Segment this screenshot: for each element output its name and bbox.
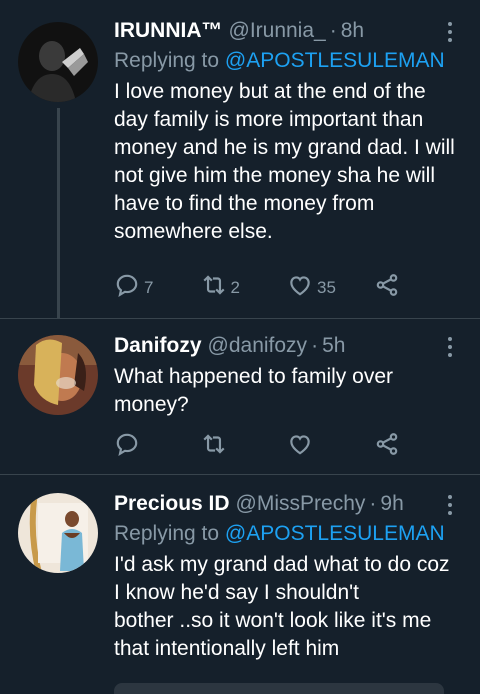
mention-link[interactable]: @APOSTLESULEMAN [225,49,445,72]
display-name[interactable]: IRUNNIA™ [114,16,223,46]
like-button[interactable] [287,431,374,462]
retweet-icon [201,431,227,462]
retweet-button[interactable] [201,431,288,462]
tweet-text-line: bother ..so it won't look like it's me [114,609,432,632]
tweet-text-line: day family is more important than [114,108,424,131]
tweet-header: IRUNNIA™ @Irunnia_ · 8h [114,16,466,46]
separator: · [311,334,319,357]
replying-label: Replying to [114,522,220,545]
tweet-text: I love money but at the end of the day f… [114,78,466,246]
user-handle[interactable]: @Irunnia_ [229,16,326,46]
timestamp[interactable]: 5h [322,331,345,361]
heart-icon [287,272,313,303]
tweet-text-line: I'd ask my grand dad what to do coz [114,553,450,576]
replying-label: Replying to [114,49,220,72]
tweet-text-line: have to find the money from [114,192,375,215]
reply-icon [114,431,140,462]
tweet-text: What happened to family over money? [114,363,466,419]
replying-to: Replying to @APOSTLESULEMAN [114,46,466,76]
timestamp[interactable]: 9h [380,489,403,519]
avatar[interactable] [18,22,98,102]
share-icon [374,272,400,303]
tweet-text-line: not give him the money sha he will [114,164,435,187]
tweet[interactable]: Precious ID @MissPrechy · 9h Replying to… [0,474,480,694]
display-name[interactable]: Danifozy [114,331,202,361]
like-button[interactable]: 35 [287,272,374,303]
tweet-text-line: I know he'd say I shouldn't [114,581,359,604]
user-handle[interactable]: @MissPrechy [236,489,366,519]
separator: · [329,19,337,42]
reply-icon [114,272,140,303]
mention-link[interactable]: @APOSTLESULEMAN [225,522,445,545]
replying-to: Replying to @APOSTLESULEMAN [114,519,466,549]
action-bar [114,431,460,462]
avatar[interactable] [18,335,98,415]
tweet[interactable]: IRUNNIA™ @Irunnia_ · 8h Replying to @APO… [0,0,480,318]
reply-count: 7 [144,277,154,297]
tweet-text: I'd ask my grand dad what to do coz I kn… [114,551,466,663]
tweet-text-line: money? [114,393,189,416]
tweet-text-line: What happened to family over [114,365,393,388]
tweet-content: Precious ID @MissPrechy · 9h Replying to… [114,489,466,663]
thread-line [57,108,60,318]
separator: · [369,492,377,515]
tweet-header: Danifozy @danifozy · 5h [114,331,466,361]
avatar[interactable] [18,493,98,573]
tweet[interactable]: Danifozy @danifozy · 5h What happened to… [0,318,480,474]
tweet-text-line: I love money but at the end of the [114,80,426,103]
heart-icon [287,431,313,462]
action-bar: 7 2 35 [114,272,460,303]
tweet-text-line: somewhere else. [114,220,273,243]
tweet-content: Danifozy @danifozy · 5h What happened to… [114,331,466,419]
tweet-text-line: money and he is my grand dad. I will [114,136,455,159]
tweet-text-line: that intentionally left him [114,637,340,660]
user-handle[interactable]: @danifozy [208,331,308,361]
retweet-button[interactable]: 2 [201,272,288,303]
retweet-icon [201,272,227,303]
like-count: 35 [317,277,336,297]
share-button[interactable] [374,272,461,303]
share-icon [374,431,400,462]
reply-button[interactable] [114,431,201,462]
share-button[interactable] [374,431,461,462]
tweet-header: Precious ID @MissPrechy · 9h [114,489,466,519]
tweet-content: IRUNNIA™ @Irunnia_ · 8h Replying to @APO… [114,16,466,246]
retweet-count: 2 [230,277,240,297]
media-preview-edge[interactable] [114,683,444,694]
reply-button[interactable]: 7 [114,272,201,303]
timestamp[interactable]: 8h [341,16,364,46]
display-name[interactable]: Precious ID [114,489,230,519]
